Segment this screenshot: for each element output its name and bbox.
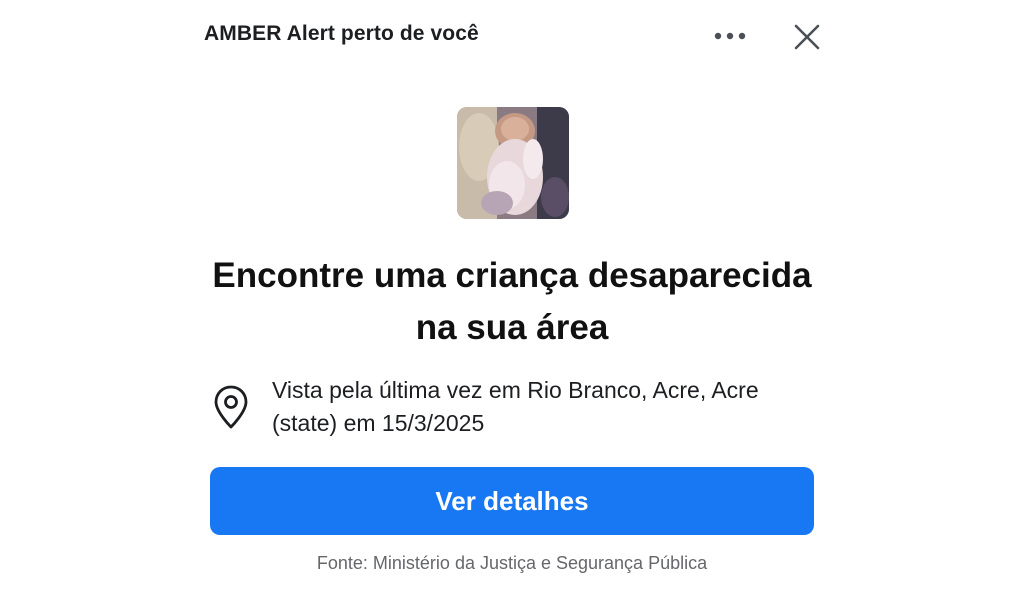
more-options-button[interactable]: [710, 22, 750, 50]
alert-headline: Encontre uma criança desaparecida na sua…: [212, 256, 812, 347]
more-options-icon: [714, 32, 746, 40]
view-details-button[interactable]: Ver detalhes: [210, 467, 814, 535]
child-photo: [457, 107, 569, 219]
close-icon: [794, 24, 820, 50]
location-pin-icon: [214, 385, 248, 429]
alert-header-title: AMBER Alert perto de você: [204, 22, 479, 45]
source-attribution: Fonte: Ministério da Justiça e Segurança…: [316, 553, 708, 573]
amber-alert-card: AMBER Alert perto de você Encontre uma c…: [0, 0, 1024, 596]
child-photo-image: [457, 107, 569, 219]
last-seen-location: Vista pela última vez em Rio Branco, Acr…: [272, 377, 759, 436]
close-button[interactable]: [790, 20, 824, 54]
